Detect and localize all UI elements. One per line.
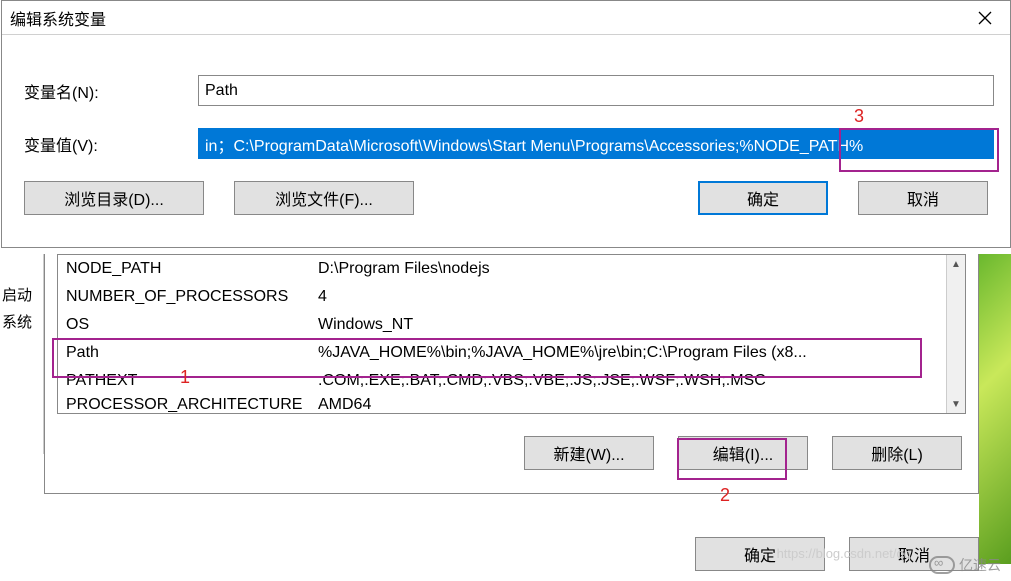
edit-variable-dialog: 编辑系统变量 变量名(N): 变量值(V): 浏览目录(D)... 浏览文件(F… [1, 0, 1011, 248]
variable-name-label: 变量名(N): [18, 79, 198, 103]
env-value-cell: .COM;.EXE;.BAT;.CMD;.VBS;.VBE;.JS;.JSE;.… [318, 372, 965, 390]
back-text-2: 系统 [2, 311, 41, 332]
env-variables-list[interactable]: NODE_PATH D:\Program Files\nodejs NUMBER… [57, 254, 966, 414]
env-name-cell: Path [58, 344, 318, 362]
cloud-icon [929, 556, 955, 574]
env-name-cell: NUMBER_OF_PROCESSORS [58, 288, 318, 306]
env-name-cell: PATHEXT [58, 372, 318, 390]
desktop-background-strip [979, 254, 1011, 564]
browse-directory-button[interactable]: 浏览目录(D)... [24, 181, 204, 215]
watermark-text: 亿速云 [959, 555, 1001, 575]
cancel-button[interactable]: 取消 [858, 181, 988, 215]
close-icon[interactable] [960, 1, 1010, 34]
ok-button[interactable]: 确定 [698, 181, 828, 215]
table-row[interactable]: PATHEXT .COM;.EXE;.BAT;.CMD;.VBS;.VBE;.J… [58, 367, 965, 395]
env-value-cell: AMD64 [318, 396, 965, 414]
table-row[interactable]: NODE_PATH D:\Program Files\nodejs [58, 255, 965, 283]
delete-button[interactable]: 删除(L) [832, 436, 962, 470]
variable-name-input[interactable] [198, 75, 994, 106]
back-window-fragment: 启动 系统 [0, 254, 44, 454]
table-row[interactable]: Path %JAVA_HOME%\bin;%JAVA_HOME%\jre\bin… [58, 339, 965, 367]
table-row[interactable]: NUMBER_OF_PROCESSORS 4 [58, 283, 965, 311]
faded-url: https://blog.csdn.net/qq [777, 546, 911, 561]
new-button[interactable]: 新建(W)... [524, 436, 654, 470]
titlebar: 编辑系统变量 [2, 1, 1010, 35]
scrollbar[interactable]: ▲ ▼ [946, 255, 965, 413]
edit-button[interactable]: 编辑(I)... [678, 436, 808, 470]
dialog-title: 编辑系统变量 [10, 6, 106, 30]
env-value-cell: Windows_NT [318, 316, 965, 334]
watermark: 亿速云 [929, 555, 1001, 575]
env-value-cell: 4 [318, 288, 965, 306]
env-name-cell: PROCESSOR_ARCHITECTURE [58, 396, 318, 414]
env-variables-panel: NODE_PATH D:\Program Files\nodejs NUMBER… [44, 254, 979, 494]
back-text-1: 启动 [2, 284, 41, 305]
variable-value-label: 变量值(V): [18, 132, 198, 156]
browse-file-button[interactable]: 浏览文件(F)... [234, 181, 414, 215]
scroll-up-icon[interactable]: ▲ [947, 255, 965, 273]
env-name-cell: NODE_PATH [58, 260, 318, 278]
env-value-cell: %JAVA_HOME%\bin;%JAVA_HOME%\jre\bin;C:\P… [318, 344, 965, 362]
variable-value-input[interactable] [198, 128, 994, 159]
table-row[interactable]: PROCESSOR_ARCHITECTURE AMD64 [58, 395, 965, 414]
env-name-cell: OS [58, 316, 318, 334]
scroll-down-icon[interactable]: ▼ [947, 395, 965, 413]
env-value-cell: D:\Program Files\nodejs [318, 260, 965, 278]
table-row[interactable]: OS Windows_NT [58, 311, 965, 339]
